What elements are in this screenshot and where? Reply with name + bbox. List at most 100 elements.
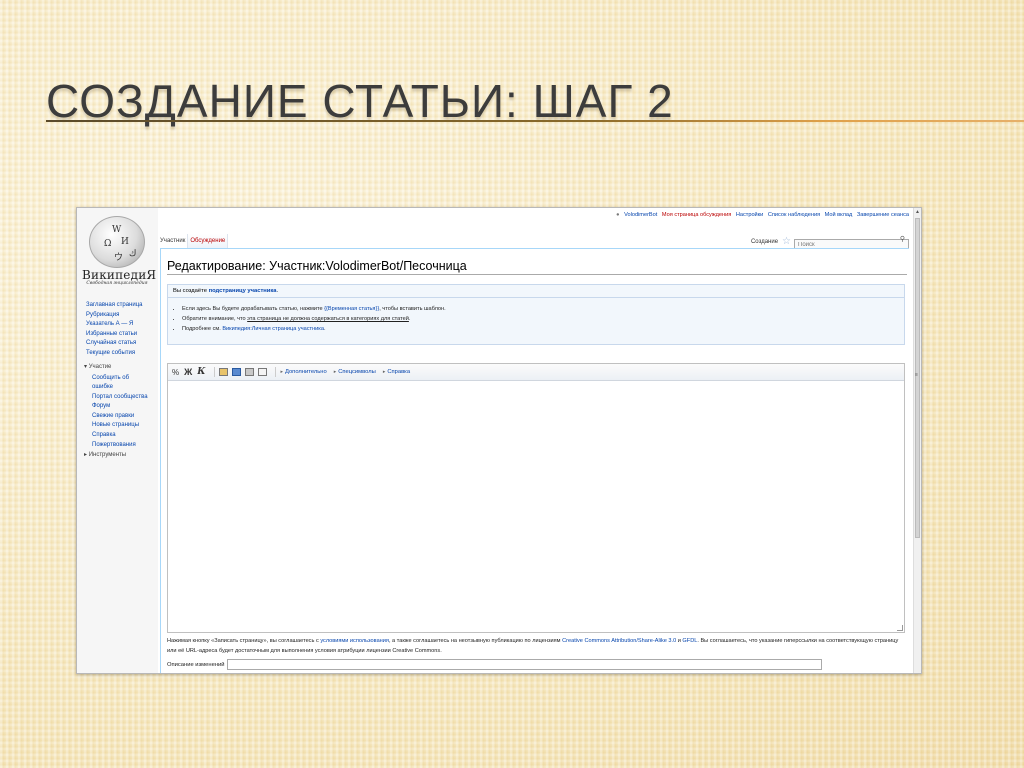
user-page-policy-link[interactable]: Википедия:Личная страница участника	[222, 326, 324, 332]
search-icon[interactable]: ⚲	[900, 235, 905, 243]
bold-button[interactable]: Ж	[184, 367, 192, 377]
pen-icon[interactable]	[232, 368, 242, 376]
sidebar-item-index[interactable]: Указатель А — Я	[86, 320, 142, 330]
sidebar-item-main-page[interactable]: Заглавная страница	[86, 301, 142, 311]
user-icon: ●	[616, 212, 620, 218]
toolbar-help[interactable]: ▸ Справка	[383, 369, 410, 375]
sidebar-item-report-error-cont[interactable]: ошибке	[92, 384, 148, 391]
watch-star-icon[interactable]: ☆	[782, 237, 791, 247]
edit-textarea[interactable]: % Ж К ▸ Дополнительно ▸ Спецсимволы ▸ Справ…	[167, 363, 905, 633]
link-icon[interactable]	[245, 368, 255, 376]
sidebar-item-community-portal[interactable]: Портал сообщества	[92, 393, 148, 403]
sidebar-item-help[interactable]: Справка	[92, 431, 148, 441]
notice-text: Обратите внимание, что	[182, 316, 248, 322]
license-notice: Нажимая кнопку «Записать страницу», вы с…	[167, 636, 907, 656]
sidebar-item-random[interactable]: Случайная статья	[86, 339, 142, 349]
template-link[interactable]: {{Временная статья}}	[324, 306, 379, 312]
edit-notice-box: Вы создаёте подстраницу участника. Если …	[167, 284, 905, 345]
gfdl-link[interactable]: GFDL	[682, 638, 697, 644]
notice-subpage-link[interactable]: подстраницу участника	[209, 288, 277, 294]
sidebar-section-tools[interactable]: ▸ Инструменты	[84, 451, 126, 458]
notice-text: , чтобы вставить шаблон.	[379, 306, 446, 312]
notice-list: Если здесь Вы будете дорабатывать статью…	[182, 304, 446, 334]
toolbar-special-chars[interactable]: ▸ Спецсимволы	[334, 369, 376, 375]
image-insert-icon[interactable]	[219, 368, 229, 376]
sidebar-item-forum[interactable]: Форум	[92, 402, 148, 412]
toolbar-advanced[interactable]: ▸ Дополнительно	[280, 369, 326, 375]
sidebar-section-label: Участие	[88, 364, 112, 370]
namespace-tabs: Участник Обсуждение	[158, 234, 229, 248]
notice-text: .	[276, 288, 279, 294]
personal-logout-link[interactable]: Завершение сеанса	[857, 212, 909, 218]
resize-grip-icon[interactable]	[897, 625, 903, 631]
notice-text: .	[408, 316, 411, 322]
personal-user-link[interactable]: VolodimerBot	[624, 212, 657, 218]
toolbar-special-label: Спецсимволы	[338, 369, 376, 375]
notice-item: Если здесь Вы будете дорабатывать статью…	[182, 304, 446, 314]
collapse-triangle-icon: ▾	[84, 364, 88, 370]
triangle-icon: ▸	[333, 369, 337, 375]
edit-toolbar: % Ж К ▸ Дополнительно ▸ Спецсимволы ▸ Справ…	[168, 364, 904, 381]
scroll-thumb[interactable]	[915, 218, 920, 538]
sidebar-section-label: Инструменты	[88, 452, 127, 458]
expand-triangle-icon: ▸	[84, 452, 88, 458]
page-title: Редактирование: Участник:VolodimerBot/Пе…	[167, 259, 467, 273]
wikipedia-globe-logo[interactable]: W Ω И ウ ك	[89, 216, 145, 268]
scroll-up-icon[interactable]: ▲	[915, 209, 920, 215]
tab-user[interactable]: Участник	[158, 234, 189, 248]
sidebar-item-donate[interactable]: Пожертвования	[92, 441, 148, 451]
sidebar-section-participation[interactable]: ▾ Участие	[84, 363, 111, 370]
reference-icon[interactable]	[258, 368, 268, 376]
toolbar-help-label: Справка	[387, 369, 411, 375]
notice-item: Обратите внимание, что эта страница не д…	[182, 314, 446, 324]
cc-by-sa-link[interactable]: Creative Commons Attribution/Share-Alike…	[562, 638, 676, 644]
scroll-grip-icon: ≡	[915, 372, 918, 378]
personal-contributions-link[interactable]: Мой вклад	[825, 212, 853, 218]
notice-text: Подробнее см.	[182, 326, 223, 332]
sidebar-item-featured[interactable]: Избранные статьи	[86, 330, 142, 340]
heading-divider	[167, 274, 907, 275]
page-scrollbar[interactable]: ▲ ≡	[913, 208, 921, 673]
sidebar-item-recent-changes[interactable]: Свежие правки	[92, 412, 148, 422]
logo-glyph: W	[112, 225, 122, 235]
logo-glyph: Ω	[104, 239, 112, 249]
logo-glyph: И	[121, 237, 129, 247]
logo-glyph: ウ	[114, 253, 124, 263]
wikipedia-screenshot: W Ω И ウ ك ВикипедиЯ Свободная энциклопед…	[76, 207, 922, 674]
triangle-icon: ▸	[280, 369, 283, 375]
personal-toolbar: ● VolodimerBot Моя страница обсуждения Н…	[613, 212, 909, 218]
wp-main: ● VolodimerBot Моя страница обсуждения Н…	[158, 208, 921, 673]
toolbar-separator	[275, 367, 277, 377]
tab-talk[interactable]: Обсуждение	[188, 234, 229, 248]
sidebar-nav: Заглавная страница Рубрикация Указатель …	[86, 301, 142, 359]
sidebar-item-current-events[interactable]: Текущие события	[86, 349, 142, 359]
sidebar-item-report-error[interactable]: Сообщить об	[92, 374, 148, 384]
notice-item: Подробнее см. Википедия:Личная страница …	[182, 324, 446, 334]
signature-button[interactable]: %	[172, 368, 179, 377]
notice-text: Вы создаёте	[173, 288, 209, 294]
wp-sidebar: W Ω И ウ ك ВикипедиЯ Свободная энциклопед…	[77, 208, 158, 673]
content-area: Редактирование: Участник:VolodimerBot/Пе…	[160, 248, 909, 673]
license-text: , а также соглашаетесь на неотзывную пуб…	[388, 638, 563, 644]
personal-watchlist-link[interactable]: Список наблюдения	[768, 212, 820, 218]
tab-create[interactable]: Создание	[751, 239, 778, 245]
personal-settings-link[interactable]: Настройки	[736, 212, 763, 218]
sidebar-item-categories[interactable]: Рубрикация	[86, 311, 142, 321]
summary-input[interactable]	[226, 659, 822, 670]
toolbar-separator	[214, 367, 216, 377]
logo-glyph: ك	[129, 249, 137, 259]
toolbar-advanced-label: Дополнительно	[284, 369, 327, 375]
category-warning-link[interactable]: эта страница не должна содержаться в кат…	[247, 316, 409, 322]
notice-header: Вы создаёте подстраницу участника.	[168, 285, 904, 298]
triangle-icon: ▸	[382, 369, 386, 375]
italic-button[interactable]: К	[197, 367, 205, 377]
wikipedia-wordmark: ВикипедиЯ	[82, 268, 157, 282]
sidebar-participation-list: Сообщить об ошибке Портал сообщества Фор…	[92, 374, 148, 450]
personal-talk-link[interactable]: Моя страница обсуждения	[662, 212, 731, 218]
notice-text: .	[323, 326, 326, 332]
title-underline	[46, 120, 1024, 122]
terms-of-use-link[interactable]: условиями использования	[320, 638, 389, 644]
license-text: Нажимая кнопку «Записать страницу», вы с…	[167, 638, 321, 644]
edit-summary-row: Описание изменений	[167, 659, 822, 670]
sidebar-item-new-pages[interactable]: Новые страницы	[92, 421, 148, 431]
